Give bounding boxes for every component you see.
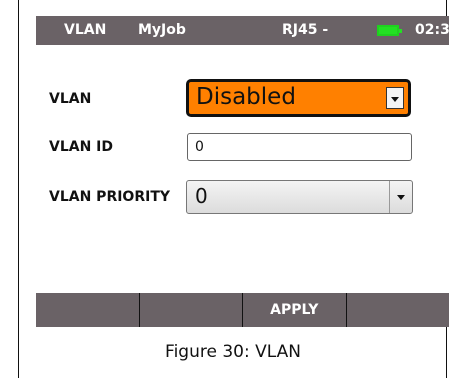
vlan-label: VLAN [49,91,92,107]
softkey-2[interactable] [138,293,243,327]
vlan-priority-select[interactable]: 0 [186,180,413,214]
vlan-id-input[interactable]: 0 [187,133,412,161]
vlan-priority-value: 0 [195,184,208,208]
apply-button[interactable]: APPLY [242,293,346,327]
figure-caption: Figure 30: VLAN [165,342,301,362]
status-bar: VLAN MyJob RJ45 - 02:36 [36,16,460,45]
vlan-select[interactable]: Disabled [186,79,411,117]
screen-title: VLAN [64,22,107,38]
port-status: RJ45 - [282,22,329,38]
softkey-bar: APPLY [36,293,449,327]
softkey-1[interactable] [36,293,139,327]
softkey-4[interactable] [345,293,450,327]
vlan-select-value: Disabled [196,84,296,110]
clock: 02:36 [415,22,460,38]
job-name: MyJob [138,22,186,38]
chevron-down-icon[interactable] [386,87,404,109]
select-divider [389,181,390,213]
vlan-priority-label: VLAN PRIORITY [49,189,171,205]
battery-icon [377,25,402,36]
vlan-id-label: VLAN ID [49,139,114,155]
chevron-down-icon[interactable] [397,195,405,200]
